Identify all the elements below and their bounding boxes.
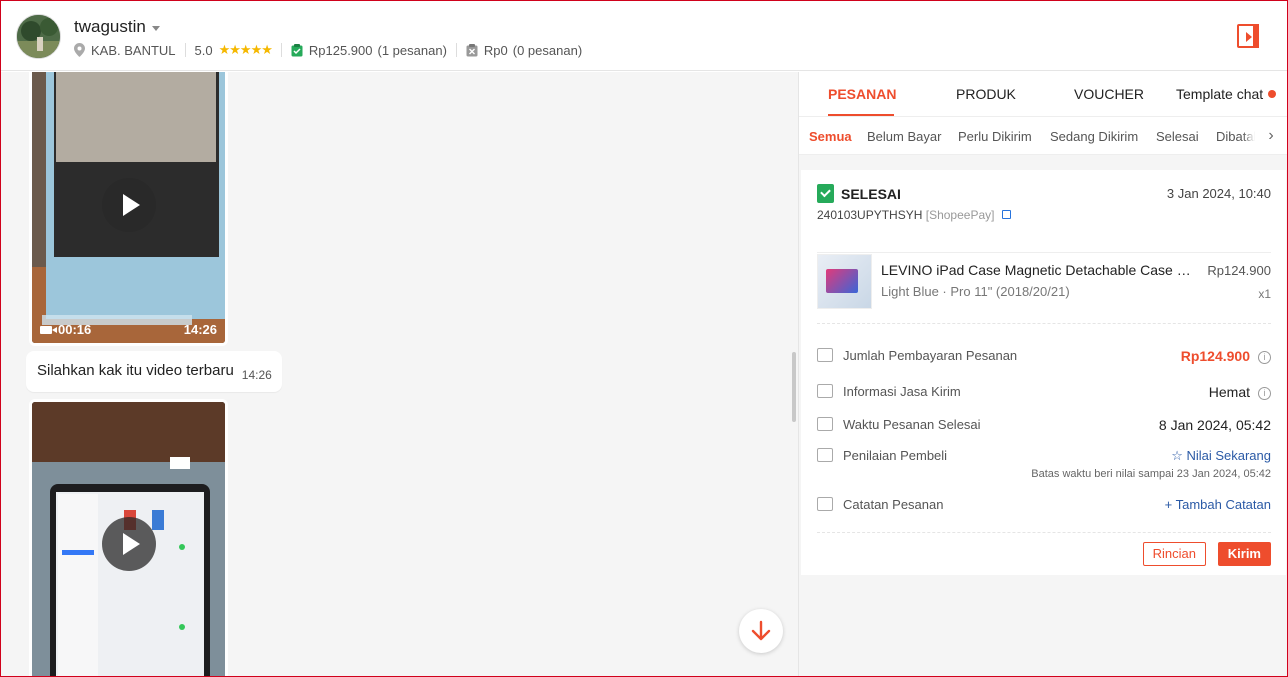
product-row[interactable]: LEVINO iPad Case Magnetic Detachable Cas… <box>817 252 1271 324</box>
message-time: 14:26 <box>241 368 272 382</box>
review-deadline-note: Batas waktu beri nilai sampai 23 Jan 202… <box>1031 468 1271 480</box>
order-notes-label: Catatan Pesanan <box>843 497 944 512</box>
text-message: Silahkan kak itu video terbaru 14:26 <box>26 351 282 392</box>
tab-template-chat[interactable]: Template chat <box>1176 86 1277 102</box>
product-image <box>817 254 872 309</box>
payment-icon <box>817 348 833 362</box>
avatar[interactable] <box>16 14 61 59</box>
info-icon[interactable]: i <box>1258 387 1271 400</box>
subtab-belum-bayar[interactable]: Belum Bayar <box>867 129 941 144</box>
tab-produk[interactable]: PRODUK <box>956 86 1016 102</box>
chevron-right-icon[interactable]: › <box>1255 117 1287 154</box>
completed-time-value: 8 Jan 2024, 05:42 <box>1158 417 1271 433</box>
subtab-sedang-dikirim[interactable]: Sedang Dikirim <box>1050 129 1138 144</box>
arrow-down-icon <box>751 620 771 641</box>
buyer-location: KAB. BANTUL <box>91 42 176 58</box>
product-variation: Light Blue · Pro 11" (2018/20/21) <box>881 284 1070 299</box>
buyer-meta: KAB. BANTUL 5.0 ★★★★★ Rp125.900 (1 pesan… <box>74 42 582 58</box>
tab-pesanan[interactable]: PESANAN <box>828 86 896 102</box>
app-window: twagustin KAB. BANTUL 5.0 ★★★★★ Rp125.90… <box>0 0 1288 677</box>
video-message[interactable] <box>29 399 228 676</box>
tab-template-chat-label: Template chat <box>1176 86 1264 102</box>
rating-stars-icon: ★★★★★ <box>218 42 273 57</box>
send-button[interactable]: Kirim <box>1217 542 1271 566</box>
product-image-graphic <box>826 269 858 293</box>
cancelled-clipboard-icon <box>466 43 478 56</box>
subtab-semua[interactable]: Semua <box>809 129 852 144</box>
notification-dot-icon <box>1268 90 1277 98</box>
external-link-icon[interactable] <box>1001 210 1011 219</box>
payment-method: [ShopeePay] <box>925 208 995 222</box>
order-status-filter: Semua Belum Bayar Perlu Dikirim Sedang D… <box>799 117 1287 155</box>
info-icon[interactable]: i <box>1258 351 1271 364</box>
review-label: Penilaian Pembeli <box>843 448 948 463</box>
order-panel: PESANAN PRODUK VOUCHER Template chat Sem… <box>798 72 1287 676</box>
subtab-perlu-dikirim[interactable]: Perlu Dikirim <box>958 129 1032 144</box>
completed-clipboard-icon <box>817 184 834 203</box>
video-message[interactable]: 00:16 14:26 <box>29 72 228 346</box>
paid-amount: Rp125.900 <box>308 42 373 58</box>
unpaid-amount: Rp0 <box>483 42 508 58</box>
order-id: 240103UPYTHSYH <box>817 208 923 222</box>
calendar-icon <box>817 417 833 431</box>
subtab-selesai[interactable]: Selesai <box>1156 129 1199 144</box>
payment-total-value: Rp124.900 <box>1180 348 1250 364</box>
play-icon[interactable] <box>101 517 156 571</box>
panel-tabs: PESANAN PRODUK VOUCHER Template chat <box>799 72 1287 117</box>
divider <box>280 43 282 57</box>
completed-time-label: Waktu Pesanan Selesai <box>843 417 981 432</box>
chat-messages[interactable]: 00:16 14:26 Silahkan kak itu video terba… <box>1 72 798 676</box>
scroll-to-bottom-button[interactable] <box>739 609 783 653</box>
add-note-link[interactable]: + Tambah Catatan <box>1165 497 1271 512</box>
video-meta: 00:16 14:26 <box>40 322 217 337</box>
order-id-row: 240103UPYTHSYH [ShopeePay] <box>817 208 1011 222</box>
chat-header: twagustin KAB. BANTUL 5.0 ★★★★★ Rp125.90… <box>1 1 1287 71</box>
payment-total-wrap: Rp124.900 i <box>1181 348 1271 364</box>
buyer-rating: 5.0 <box>194 42 213 58</box>
order-status-label: SELESAI <box>841 185 901 202</box>
video-duration-wrap: 00:16 <box>40 322 91 337</box>
play-icon[interactable] <box>101 178 156 232</box>
message-text: Silahkan kak itu video terbaru <box>37 362 234 379</box>
product-name: LEVINO iPad Case Magnetic Detachable Cas… <box>881 262 1191 278</box>
avatar-image <box>17 15 60 58</box>
divider <box>455 43 457 57</box>
product-quantity: x1 <box>1258 287 1271 301</box>
order-card: SELESAI 3 Jan 2024, 10:40 240103UPYTHSYH… <box>801 170 1286 575</box>
divider <box>184 43 186 57</box>
shipping-value: Hemat <box>1208 384 1250 400</box>
active-tab-indicator <box>828 114 894 116</box>
paid-orders: (1 pesanan) <box>377 42 447 58</box>
order-status: SELESAI <box>817 184 901 203</box>
username: twagustin <box>74 17 146 36</box>
order-actions: Rincian Kirim <box>817 532 1271 575</box>
video-time: 14:26 <box>183 322 217 337</box>
truck-icon <box>817 384 833 398</box>
paid-clipboard-icon <box>291 43 303 56</box>
shipping-wrap: Hemat i <box>1209 384 1271 400</box>
video-camera-icon <box>40 326 57 334</box>
video-duration: 00:16 <box>58 322 92 337</box>
order-date: 3 Jan 2024, 10:40 <box>1166 186 1271 201</box>
unpaid-orders: (0 pesanan) <box>512 42 583 58</box>
note-icon <box>817 497 833 511</box>
rate-now-link[interactable]: ☆ Nilai Sekarang <box>1171 448 1271 464</box>
tab-voucher[interactable]: VOUCHER <box>1074 86 1144 102</box>
username-dropdown[interactable]: twagustin <box>74 17 160 37</box>
shipping-label: Informasi Jasa Kirim <box>843 384 961 399</box>
chat-scrollbar[interactable] <box>792 352 796 422</box>
chevron-down-icon <box>151 25 160 31</box>
side-panel-toggle-icon[interactable] <box>1237 24 1259 48</box>
payment-total-label: Jumlah Pembayaran Pesanan <box>843 348 1018 363</box>
location-pin-icon <box>74 43 85 57</box>
product-price: Rp124.900 <box>1207 263 1271 278</box>
review-icon <box>817 448 833 462</box>
detail-button[interactable]: Rincian <box>1142 542 1206 566</box>
